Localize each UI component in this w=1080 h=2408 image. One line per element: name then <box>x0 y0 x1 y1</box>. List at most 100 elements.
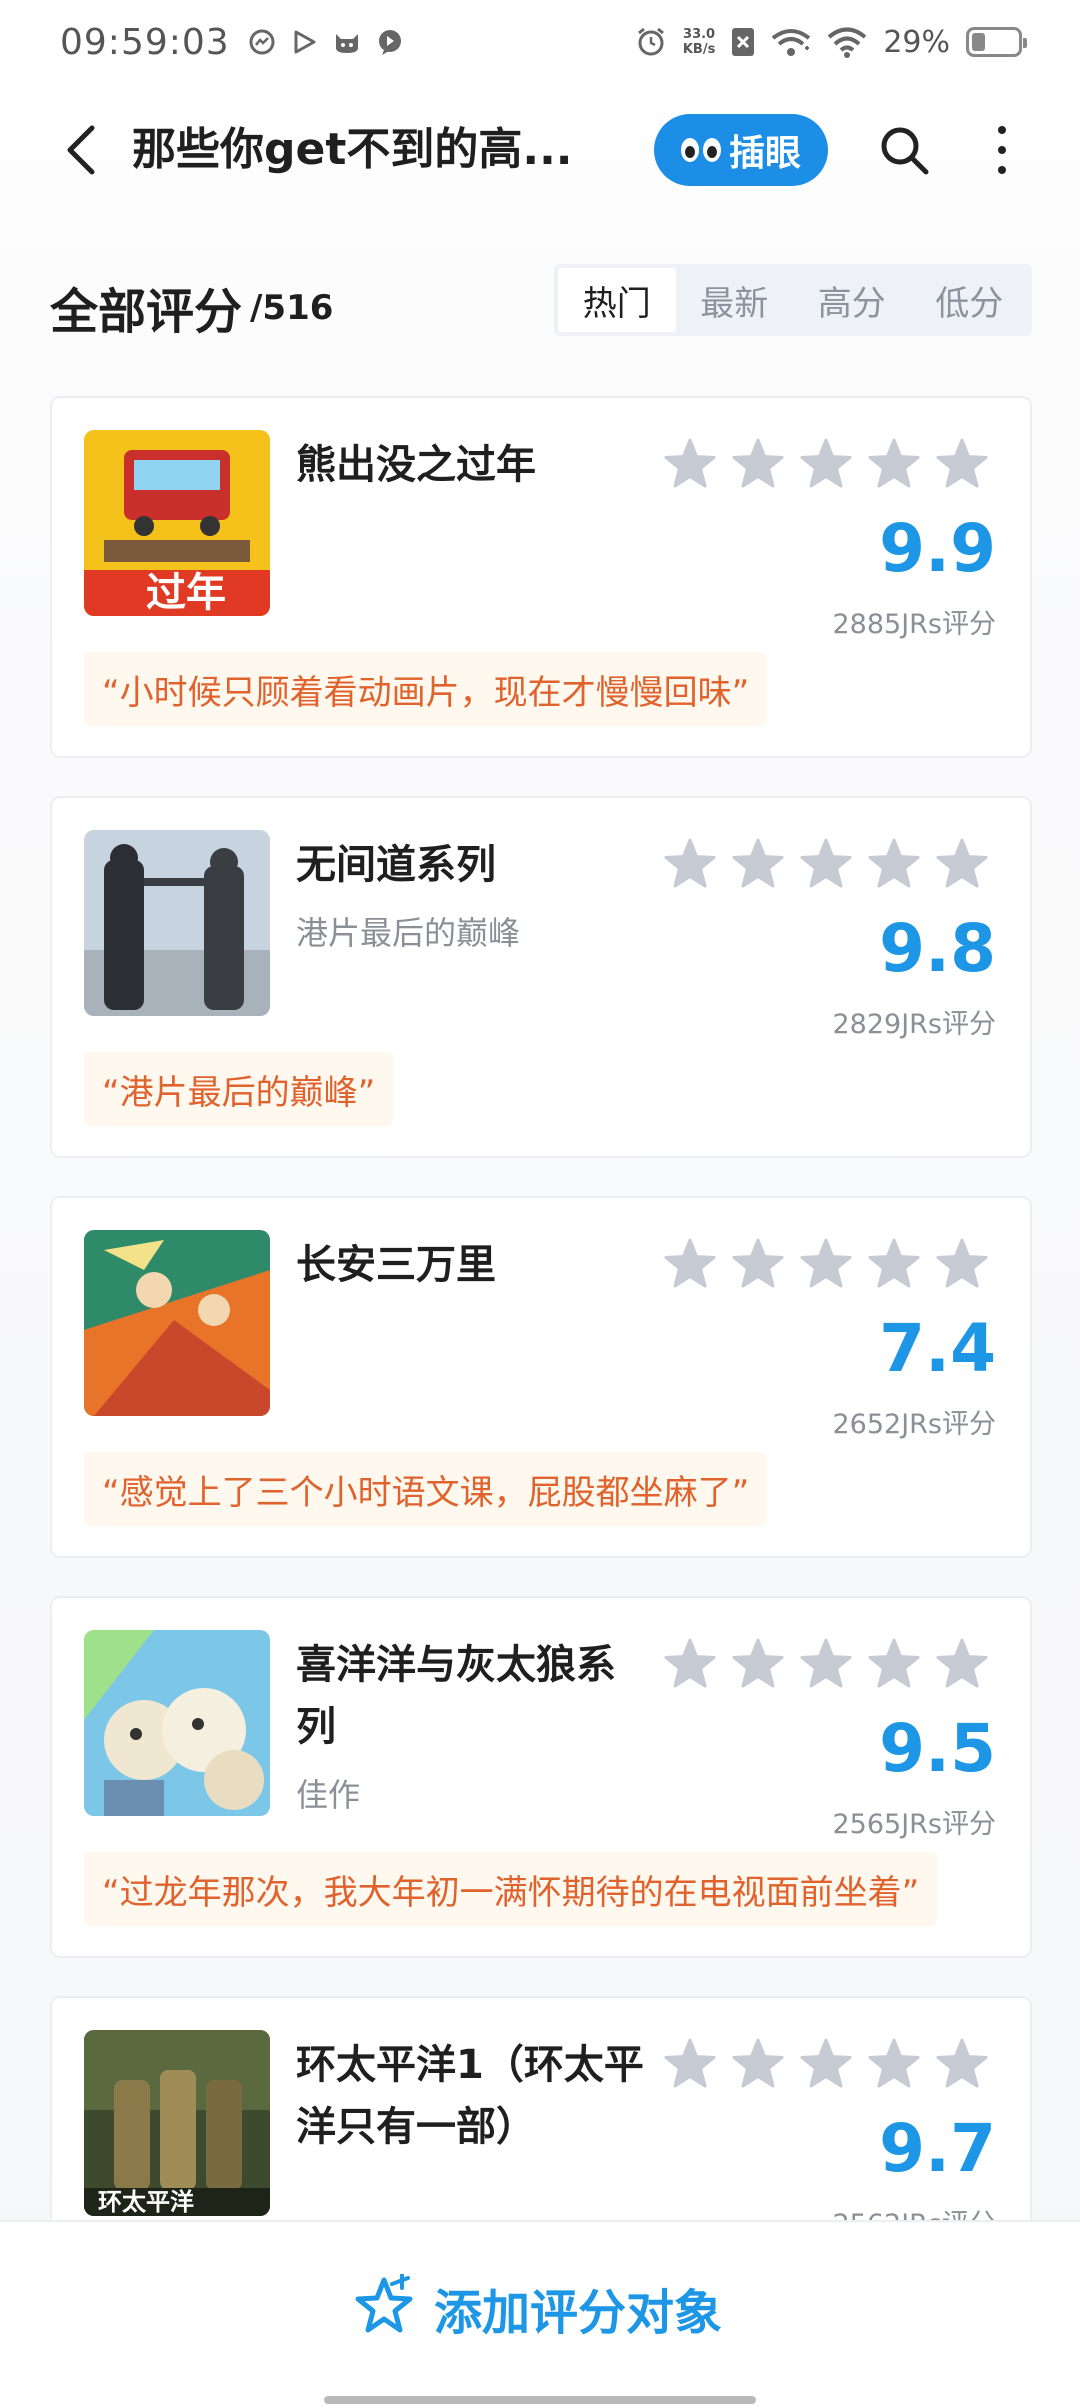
card-title: 喜洋洋与灰太狼系列 <box>296 1642 616 1750</box>
star-rating[interactable] <box>662 436 990 492</box>
poster-image: 过年 <box>84 430 270 616</box>
star-icon[interactable] <box>662 1236 718 1292</box>
net-speed-value: 33.0 <box>683 27 716 42</box>
star-icon[interactable] <box>662 836 718 892</box>
star-icon[interactable] <box>662 436 718 492</box>
home-indicator[interactable] <box>324 2396 756 2404</box>
back-icon <box>67 125 95 175</box>
tab-high-score[interactable]: 高分 <box>793 268 911 332</box>
star-icon[interactable] <box>866 1636 922 1692</box>
score: 9.5 <box>879 1710 996 1787</box>
search-icon <box>881 127 929 175</box>
tab-low-score[interactable]: 低分 <box>911 268 1029 332</box>
vote-count: 2829JRs评分 <box>832 1009 996 1040</box>
page: 09:59:03 33.0 KB/s 29% 那些你get不到的高... 插眼 … <box>0 0 1080 2408</box>
tab-latest[interactable]: 最新 <box>676 268 794 332</box>
eyes-icon <box>680 138 721 162</box>
card-title: 环太平洋1（环太平洋只有一部） <box>296 2042 644 2150</box>
star-icon[interactable] <box>866 836 922 892</box>
star-icon[interactable] <box>934 836 990 892</box>
star-icon[interactable] <box>730 836 786 892</box>
tab-hot[interactable]: 热门 <box>558 268 676 332</box>
star-icon[interactable] <box>730 1236 786 1292</box>
star-icon[interactable] <box>866 1236 922 1292</box>
ratings-title: 全部评分 <box>50 284 243 340</box>
star-icon[interactable] <box>934 436 990 492</box>
star-icon[interactable] <box>798 1236 854 1292</box>
poster-image <box>84 1230 270 1416</box>
search-button[interactable] <box>876 122 932 178</box>
ratings-count: /516 <box>250 288 334 328</box>
add-rating-item-button[interactable]: 添加评分对象 <box>350 2268 722 2348</box>
net-speed-unit: KB/s <box>682 42 716 57</box>
poster-image: 环太平洋 <box>84 2030 270 2216</box>
star-add-icon <box>355 2274 413 2333</box>
card-subtitle: 佳作 <box>296 1776 361 1814</box>
star-icon[interactable] <box>662 2036 718 2092</box>
card-subtitle: 港片最后的巅峰 <box>296 914 521 952</box>
star-icon[interactable] <box>798 436 854 492</box>
top-comment[interactable]: “小时候只顾着看动画片，现在才慢慢回味” <box>84 652 768 726</box>
star-icon[interactable] <box>730 436 786 492</box>
ratings-header: 全部评分 /516 热门 最新 高分 低分 <box>50 260 1032 340</box>
score: 7.4 <box>879 1310 996 1387</box>
battery-percent: 29% <box>883 24 950 60</box>
score: 9.8 <box>879 910 996 987</box>
star-icon[interactable] <box>730 2036 786 2092</box>
more-button[interactable] <box>982 120 1022 180</box>
add-rating-item-label: 添加评分对象 <box>434 2285 723 2341</box>
sim-off-icon <box>732 28 755 56</box>
poster-image <box>84 830 270 1016</box>
card-title: 熊出没之过年 <box>296 442 536 488</box>
bottom-bar: 添加评分对象 <box>0 2220 1080 2408</box>
top-comment[interactable]: “过龙年那次，我大年初一满怀期待的在电视面前坐着” <box>84 1852 938 1926</box>
star-rating[interactable] <box>662 1236 990 1292</box>
poster-text: 环太平洋 <box>98 2188 194 2216</box>
star-icon[interactable] <box>662 1636 718 1692</box>
net-speed: 33.0 KB/s <box>683 27 715 57</box>
star-icon[interactable] <box>934 1236 990 1292</box>
messenger-icon <box>249 29 275 55</box>
sort-tabs: 热门 最新 高分 低分 <box>554 264 1032 336</box>
more-dot <box>998 126 1006 134</box>
page-title: 那些你get不到的高... <box>132 124 572 175</box>
rating-card[interactable]: 无间道系列 港片最后的巅峰 9.8 2829JRs评分 “港片最后的巅峰” <box>50 796 1032 1158</box>
more-dot <box>998 146 1006 154</box>
play-icon <box>294 30 316 54</box>
star-icon[interactable] <box>730 1636 786 1692</box>
header: 那些你get不到的高... 插眼 <box>0 100 1080 200</box>
star-icon[interactable] <box>934 1636 990 1692</box>
svg-text:过年: 过年 <box>146 570 226 616</box>
top-comment[interactable]: “感觉上了三个小时语文课，屁股都坐麻了” <box>84 1452 768 1526</box>
wifi-icon <box>828 27 867 58</box>
score: 9.7 <box>879 2110 996 2187</box>
star-rating[interactable] <box>662 836 990 892</box>
star-rating[interactable] <box>662 2036 990 2092</box>
top-comment[interactable]: “港片最后的巅峰” <box>84 1052 394 1126</box>
card-title: 无间道系列 <box>296 842 496 888</box>
vote-count: 2565JRs评分 <box>832 1809 996 1840</box>
battery-fill <box>972 33 985 51</box>
system-status: 33.0 KB/s 29% <box>635 24 1027 60</box>
star-icon[interactable] <box>866 436 922 492</box>
back-button[interactable] <box>56 120 106 180</box>
cat-icon <box>335 34 358 53</box>
peek-button[interactable]: 插眼 <box>654 114 828 186</box>
notification-icons <box>248 28 404 56</box>
star-icon[interactable] <box>866 2036 922 2092</box>
star-rating[interactable] <box>662 1636 990 1692</box>
star-icon[interactable] <box>934 2036 990 2092</box>
vote-count: 2885JRs评分 <box>832 609 996 640</box>
alarm-icon <box>637 27 664 56</box>
rating-card[interactable]: 长安三万里 7.4 2652JRs评分 “感觉上了三个小时语文课，屁股都坐麻了” <box>50 1196 1032 1558</box>
status-bar: 09:59:03 33.0 KB/s 29% <box>0 0 1080 84</box>
star-icon[interactable] <box>798 2036 854 2092</box>
rating-card[interactable]: 喜洋洋与灰太狼系列 佳作 9.5 2565JRs评分 “过龙年那次，我大年初一满… <box>50 1596 1032 1958</box>
status-time: 09:59:03 <box>60 21 230 63</box>
peek-label: 插眼 <box>728 133 801 174</box>
rating-card[interactable]: 过年 熊出没之过年 9.9 2885JRs评分 “小时候只顾着看动画片，现在才慢… <box>50 396 1032 758</box>
star-icon[interactable] <box>798 836 854 892</box>
star-icon[interactable] <box>798 1636 854 1692</box>
score: 9.9 <box>879 510 996 587</box>
battery-icon <box>966 27 1027 57</box>
